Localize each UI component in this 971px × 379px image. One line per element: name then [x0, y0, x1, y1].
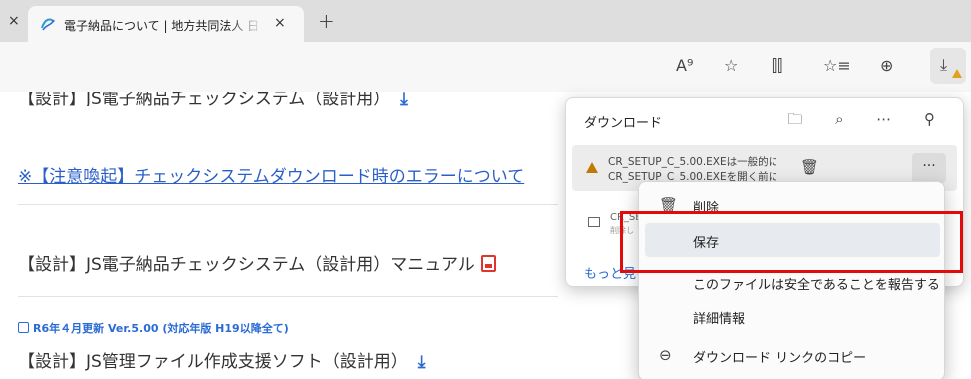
menu-item-copy-link[interactable]: ⊖ ダウンロード リンクのコピー	[645, 338, 940, 372]
new-tab-button[interactable]: +	[318, 9, 335, 33]
downloads-header-actions[interactable]: 🗀 ⌕ ⋯ ⚲	[787, 109, 949, 134]
manual-text[interactable]: 【設計】JS電子納品チェックシステム（設計用）マニュアル	[18, 255, 475, 275]
calendar-icon	[18, 322, 29, 333]
browser-toolbar: A⁹ ☆ ⫿⫿ ☆≡ ⊕ ⤓	[0, 42, 971, 92]
favorites-list-icon[interactable]: ☆≡	[823, 56, 851, 75]
downloads-button[interactable]: ⤓	[930, 48, 966, 84]
partial-heading: 【設計】JS電子納品チェックシステム（設計用） ⤓	[18, 92, 408, 106]
partial-heading-text: 【設計】JS電子納品チェックシステム（設計用）	[18, 92, 391, 106]
manual-line: 【設計】JS電子納品チェックシステム（設計用）マニュアル	[18, 250, 496, 275]
tab-strip: × 電子納品について | 地方共同法人 日 × +	[0, 0, 971, 42]
divider	[18, 296, 558, 297]
collections-icon[interactable]: ⊕	[880, 56, 893, 75]
read-aloud-icon[interactable]: A⁹	[676, 56, 693, 75]
menu-item-details[interactable]: 詳細情報	[645, 299, 940, 333]
tab-title-fade	[228, 12, 264, 36]
tool-line: 【設計】JS管理ファイル作成支援ソフト（設計用） ⤓	[18, 347, 425, 372]
trash-icon[interactable]: 🗑	[800, 158, 819, 176]
browser-tab[interactable]: 電子納品について | 地方共同法人 日 ×	[28, 6, 304, 42]
download-item-name: CR_SETUP_C_5.00.EXEは一般的にダウンロ	[608, 156, 776, 168]
download-icon[interactable]: ⤓	[400, 92, 408, 106]
more-options-button[interactable]: ···	[912, 153, 946, 183]
menu-item-report-safe-label: このファイルは安全であることを報告する	[693, 278, 940, 293]
split-screen-icon[interactable]: ⫿⫿	[772, 56, 782, 76]
caution-link[interactable]: ※【注意喚起】チェックシステムダウンロード時のエラーについて	[18, 162, 524, 187]
pdf-icon[interactable]	[480, 255, 496, 272]
menu-item-details-label: 詳細情報	[693, 312, 746, 327]
js-logo-icon	[41, 18, 55, 31]
close-icon[interactable]: ×	[8, 13, 20, 29]
downloads-icon: ⤓	[940, 55, 948, 74]
tool-text: 【設計】JS管理ファイル作成支援ソフト（設計用）	[18, 352, 408, 372]
divider	[18, 204, 558, 205]
warning-icon	[952, 69, 962, 78]
favorite-star-icon[interactable]: ☆	[724, 56, 738, 75]
update-badge-text: R6年４月更新 Ver.5.00 (対応年版 H19以降全て)	[33, 322, 289, 335]
menu-item-copy-link-label: ダウンロード リンクのコピー	[693, 351, 867, 366]
downloads-title: ダウンロード	[584, 116, 663, 131]
warning-icon	[586, 162, 598, 173]
annotation-highlight-box	[620, 211, 963, 273]
link-icon: ⊖	[659, 346, 672, 364]
file-icon	[588, 217, 600, 227]
download-icon[interactable]: ⤓	[418, 352, 426, 372]
tab-close-icon[interactable]: ×	[274, 15, 286, 31]
update-badge: R6年４月更新 Ver.5.00 (対応年版 H19以降全て)	[18, 320, 289, 336]
